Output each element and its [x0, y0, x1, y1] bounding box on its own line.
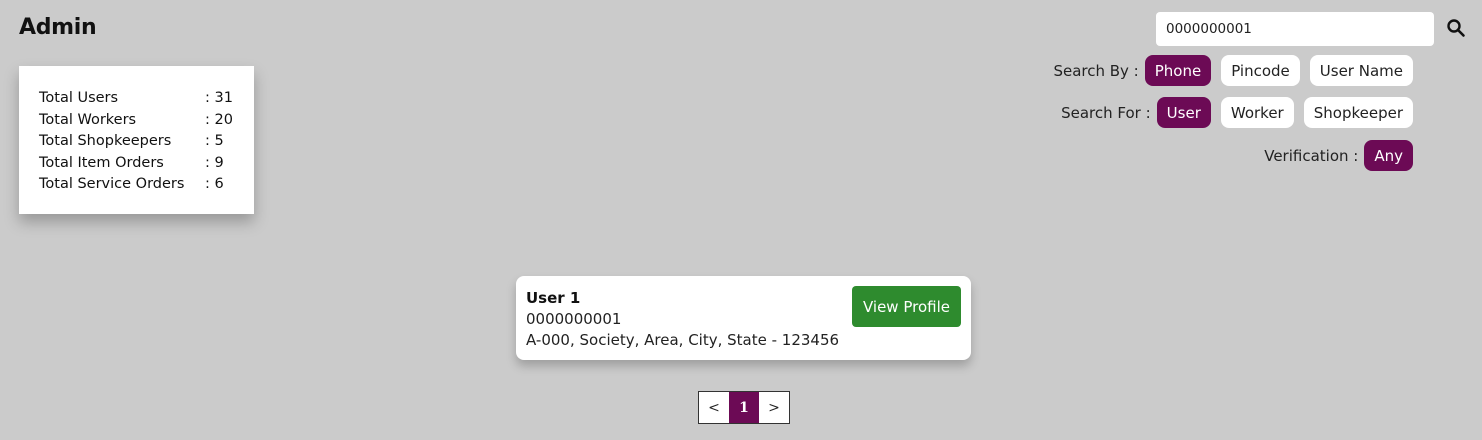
- user-result-card: User 1 0000000001 A-000, Society, Area, …: [516, 276, 971, 360]
- verification-any-chip[interactable]: Any: [1364, 140, 1413, 171]
- pagination: < 1 >: [698, 391, 790, 424]
- stats-panel: Total Users : 31 Total Workers : 20 Tota…: [19, 66, 254, 214]
- stat-value: : 20: [205, 111, 233, 128]
- search-for-row: Search For : User Worker Shopkeeper: [1061, 97, 1413, 128]
- search-for-shopkeeper-chip[interactable]: Shopkeeper: [1303, 97, 1413, 128]
- search-icon[interactable]: [1446, 18, 1466, 38]
- search-by-row: Search By : Phone Pincode User Name: [1053, 55, 1413, 86]
- user-address: A-000, Society, Area, City, State - 1234…: [526, 331, 840, 349]
- stat-value: : 5: [205, 133, 224, 149]
- page-title: Admin: [19, 15, 97, 40]
- stat-row-item-orders: Total Item Orders : 9: [39, 153, 254, 175]
- stat-label: Total Workers: [39, 111, 137, 128]
- stat-value: : 9: [205, 154, 224, 171]
- stat-value: : 6: [205, 176, 224, 192]
- verification-label: Verification :: [1264, 146, 1359, 165]
- next-page-button[interactable]: >: [759, 392, 789, 423]
- search-by-pincode-chip[interactable]: Pincode: [1221, 55, 1300, 86]
- stat-label: Total Item Orders: [39, 154, 164, 171]
- search-for-label: Search For :: [1061, 103, 1151, 122]
- search-by-username-chip[interactable]: User Name: [1309, 55, 1413, 86]
- stat-row-shopkeepers: Total Shopkeepers : 5: [39, 131, 254, 153]
- stat-row-service-orders: Total Service Orders : 6: [39, 174, 254, 196]
- stat-value: : 31: [205, 90, 233, 106]
- stat-row-workers: Total Workers : 20: [39, 110, 254, 132]
- search-by-label: Search By :: [1053, 61, 1139, 80]
- view-profile-button[interactable]: View Profile: [852, 286, 961, 327]
- stat-row-users: Total Users : 31: [39, 88, 254, 110]
- search-by-phone-chip[interactable]: Phone: [1144, 55, 1212, 86]
- stat-label: Total Users: [39, 90, 119, 106]
- stat-label: Total Service Orders: [39, 176, 185, 192]
- search-for-worker-chip[interactable]: Worker: [1220, 97, 1294, 128]
- search-for-user-chip[interactable]: User: [1156, 97, 1211, 128]
- page-1-button[interactable]: 1: [729, 392, 759, 423]
- search-input[interactable]: [1156, 12, 1434, 46]
- prev-page-button[interactable]: <: [699, 392, 729, 423]
- verification-row: Verification : Any: [1264, 140, 1413, 171]
- stat-label: Total Shopkeepers: [39, 133, 172, 149]
